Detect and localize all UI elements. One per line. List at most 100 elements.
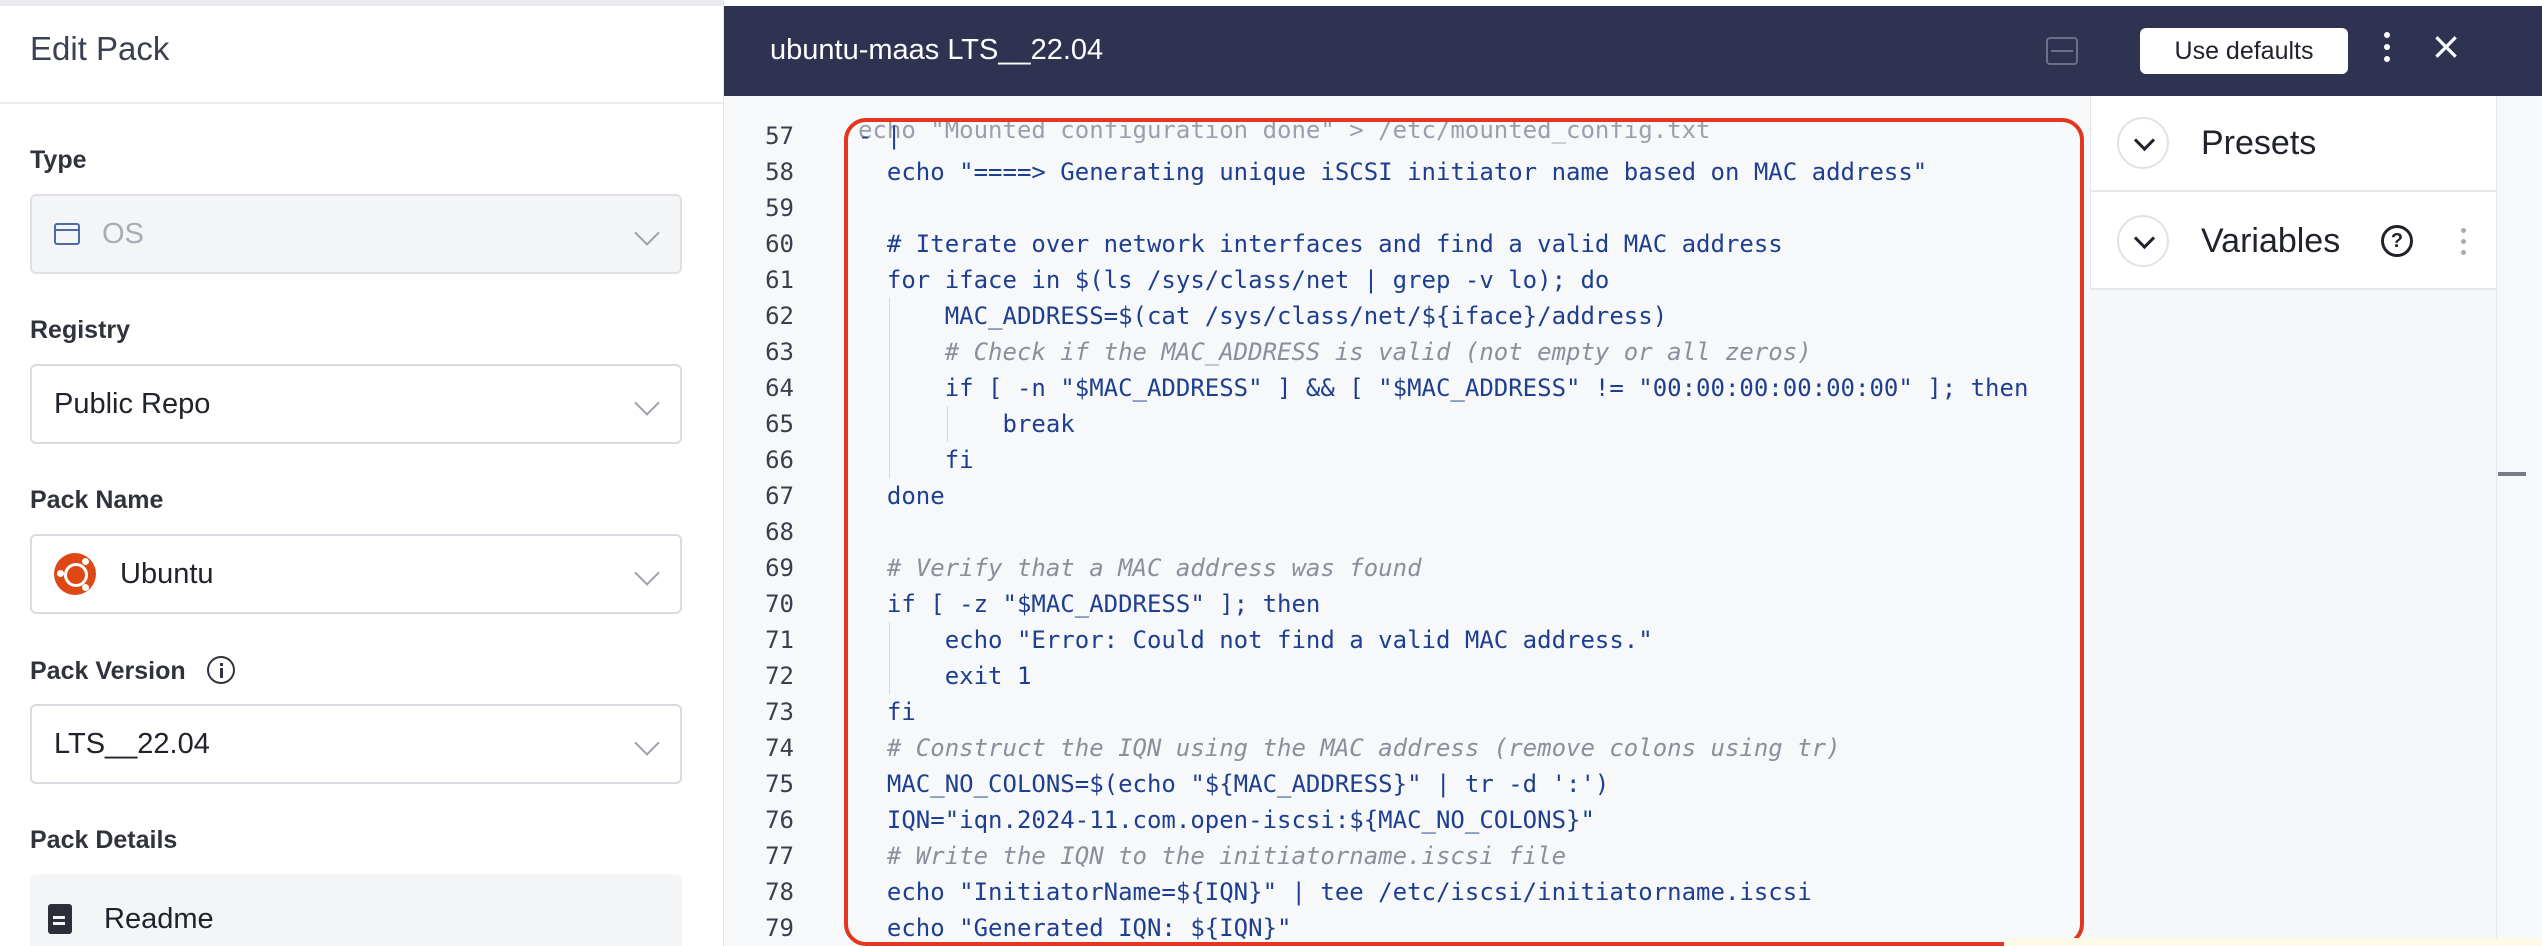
indent-guide (888, 370, 890, 406)
document-icon (48, 904, 72, 934)
chevron-down-icon (634, 560, 660, 586)
line-number: 59 (765, 194, 794, 222)
line-number: 57 (765, 122, 794, 150)
close-icon[interactable]: × (2426, 26, 2466, 66)
variables-section[interactable]: Variables ? (2091, 194, 2497, 290)
code-text: MAC_ADDRESS=$(cat /sys/class/net/${iface… (858, 302, 1668, 330)
code-text: if [ -z "$MAC_ADDRESS" ]; then (858, 590, 1321, 618)
pack-version-value: LTS__22.04 (54, 727, 210, 760)
code-text: - | (858, 122, 902, 150)
code-text: MAC_NO_COLONS=$(echo "${MAC_ADDRESS}" | … (858, 770, 1610, 798)
line-number: 70 (765, 590, 794, 618)
side-panel: Presets Variables ? (2090, 96, 2497, 290)
code-text: break (858, 410, 1075, 438)
values-editor-drawer: ubuntu-maas LTS__22.04 Use defaults × ec… (724, 6, 2542, 946)
indent-guide (888, 442, 890, 478)
registry-label: Registry (30, 316, 131, 344)
chevron-down-icon (634, 730, 660, 756)
drawer-title: ubuntu-maas LTS__22.04 (770, 34, 1104, 66)
scrollbar[interactable] (2496, 96, 2542, 946)
presets-label: Presets (2201, 123, 2317, 162)
code-text: fi (858, 698, 916, 726)
registry-value: Public Repo (54, 387, 211, 420)
readme-item[interactable]: Readme (30, 874, 682, 946)
code-text: IQN="iqn.2024-11.com.open-iscsi:${MAC_NO… (858, 806, 1595, 834)
code-text: echo "Error: Could not find a valid MAC … (858, 626, 1653, 654)
line-number: 76 (765, 806, 794, 834)
line-number: 64 (765, 374, 794, 402)
line-number: 60 (765, 230, 794, 258)
code-text: done (858, 482, 945, 510)
line-highlight-strip (2004, 938, 2542, 946)
line-number: 65 (765, 410, 794, 438)
window-icon (54, 223, 80, 245)
pack-version-label-row: Pack Version (30, 656, 235, 686)
chevron-down-icon (634, 390, 660, 416)
indent-guide (888, 658, 890, 694)
code-text: echo "Generated IQN: ${IQN}" (858, 914, 1292, 942)
code-text: # Construct the IQN using the MAC addres… (858, 734, 1841, 762)
line-number: 79 (765, 914, 794, 942)
pack-version-label: Pack Version (30, 657, 186, 685)
pack-name-value: Ubuntu (120, 557, 214, 590)
use-defaults-button[interactable]: Use defaults (2140, 28, 2348, 74)
line-number: 75 (765, 770, 794, 798)
line-number: 69 (765, 554, 794, 582)
title-divider (0, 102, 723, 104)
line-number: 62 (765, 302, 794, 330)
pack-name-select[interactable]: Ubuntu (30, 534, 682, 614)
drawer-header: ubuntu-maas LTS__22.04 Use defaults × (724, 6, 2542, 96)
chevron-down-icon[interactable] (2117, 117, 2169, 169)
type-label: Type (30, 146, 87, 174)
indent-guide (946, 406, 948, 442)
type-select: OS (30, 194, 682, 274)
registry-select[interactable]: Public Repo (30, 364, 682, 444)
code-text: fi (858, 446, 974, 474)
readme-label: Readme (104, 902, 214, 935)
indent-guide (888, 334, 890, 370)
variables-label: Variables (2201, 221, 2341, 260)
line-number: 66 (765, 446, 794, 474)
code-text: if [ -n "$MAC_ADDRESS" ] && [ "$MAC_ADDR… (858, 374, 2029, 402)
line-number: 71 (765, 626, 794, 654)
edit-pack-panel: Edit Pack Type OS Registry Public Repo P… (0, 0, 724, 946)
more-options-icon[interactable] (2384, 32, 2390, 38)
collapse-icon[interactable] (2046, 37, 2078, 65)
line-number: 73 (765, 698, 794, 726)
code-text: echo "====> Generating unique iSCSI init… (858, 158, 1928, 186)
indent-guide (888, 622, 890, 658)
type-value: OS (102, 217, 144, 250)
indent-guide (888, 406, 890, 442)
code-editor[interactable]: echo "Mounted configuration done" > /etc… (724, 96, 2090, 946)
line-number: 74 (765, 734, 794, 762)
code-text: # Verify that a MAC address was found (858, 554, 1422, 582)
line-number: 77 (765, 842, 794, 870)
line-number: 63 (765, 338, 794, 366)
code-text: echo "InitiatorName=${IQN}" | tee /etc/i… (858, 878, 1812, 906)
code-text: # Write the IQN to the initiatorname.isc… (858, 842, 1567, 870)
pack-version-select[interactable]: LTS__22.04 (30, 704, 682, 784)
line-number: 61 (765, 266, 794, 294)
pack-name-label: Pack Name (30, 486, 164, 514)
indent-guide (888, 298, 890, 334)
pack-details-label: Pack Details (30, 826, 178, 854)
variables-more-icon[interactable] (2461, 228, 2466, 233)
line-number: 58 (765, 158, 794, 186)
code-text: # Iterate over network interfaces and fi… (858, 230, 1783, 258)
panel-title: Edit Pack (30, 30, 170, 67)
line-number: 68 (765, 518, 794, 546)
info-icon[interactable] (206, 656, 235, 684)
ubuntu-logo-icon (54, 553, 96, 595)
top-divider (0, 0, 723, 6)
chevron-down-icon[interactable] (2117, 215, 2169, 267)
line-number: 72 (765, 662, 794, 690)
code-text: for iface in $(ls /sys/class/net | grep … (858, 266, 1610, 294)
chevron-down-icon (634, 220, 660, 246)
scroll-thumb[interactable] (2498, 472, 2526, 476)
help-icon[interactable]: ? (2381, 225, 2413, 257)
line-number: 67 (765, 482, 794, 510)
code-text: exit 1 (858, 662, 1032, 690)
partial-code-line: echo "Mounted configuration done" > /etc… (724, 96, 1711, 144)
code-text: # Check if the MAC_ADDRESS is valid (not… (858, 338, 1812, 366)
presets-section[interactable]: Presets (2091, 96, 2497, 192)
